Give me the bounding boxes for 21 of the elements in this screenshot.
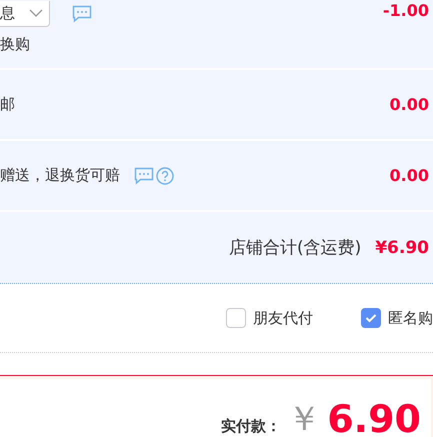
option-label: 朋友代付 [253, 308, 313, 328]
check-icon [365, 313, 377, 323]
help-icon[interactable] [156, 166, 174, 184]
checkbox[interactable] [226, 308, 246, 328]
store-total-amount: ¥6.90 [375, 238, 429, 258]
currency-sign: ￥ [287, 398, 322, 437]
payment-amount: 6.90 [327, 397, 421, 437]
chevron-icon [29, 9, 43, 17]
item-label: 邮 [0, 95, 15, 114]
item-label: 赠送，退换货可赔 [0, 166, 120, 185]
dropdown[interactable]: 息 [0, 0, 50, 26]
option-label: 匿名购 [388, 308, 433, 328]
payment-label: 实付款： [221, 416, 282, 436]
item-label: 换购 [0, 35, 30, 54]
store-total-label: 店铺合计(含运费) [228, 237, 362, 259]
amount: -1.00 [382, 1, 430, 20]
checkbox[interactable] [361, 308, 381, 328]
amount: 0.00 [390, 166, 430, 185]
amount: 0.00 [390, 95, 430, 114]
chat-icon[interactable] [134, 166, 154, 184]
chat-icon[interactable] [72, 4, 92, 22]
